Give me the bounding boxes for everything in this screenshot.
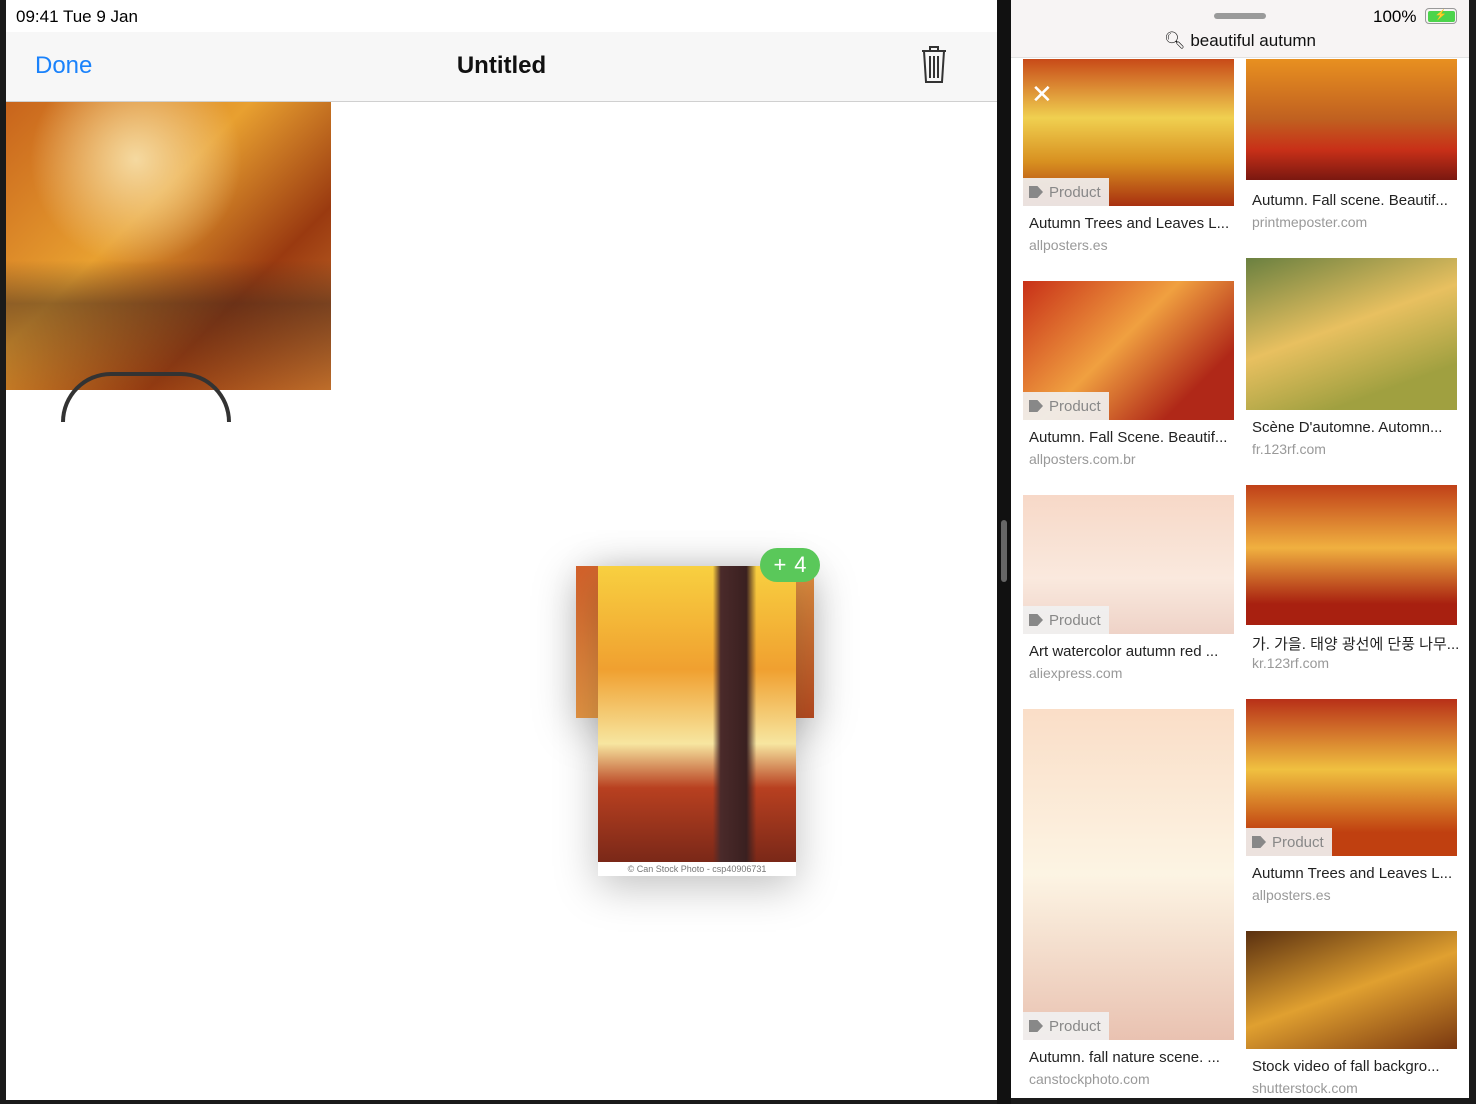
result-title[interactable]: Scène D'automne. Automn... [1252, 419, 1442, 436]
result-image[interactable] [1246, 258, 1457, 410]
tag-icon [1029, 186, 1043, 198]
result-title[interactable]: Stock video of fall backgro... [1252, 1058, 1440, 1075]
result-image[interactable] [1246, 485, 1457, 625]
search-icon: 🔍︎ [1163, 31, 1186, 50]
search-field[interactable]: 🔍︎ beautiful autumn [1011, 31, 1469, 51]
drag-count-badge: +4 [760, 548, 820, 582]
tag-icon [1029, 1020, 1043, 1032]
result-title[interactable]: Autumn. Fall Scene. Beautif... [1029, 429, 1227, 446]
drag-count: 4 [794, 552, 807, 577]
result-source: aliexpress.com [1029, 665, 1123, 681]
product-tag: Product [1023, 1012, 1109, 1040]
result-title[interactable]: Autumn Trees and Leaves L... [1029, 215, 1229, 232]
product-tag-label: Product [1049, 183, 1101, 201]
result-source: allposters.es [1029, 237, 1108, 253]
search-query: beautiful autumn [1190, 31, 1317, 50]
dragged-image-stack[interactable]: © Can Stock Photo - csp40906731 +4 [572, 548, 822, 878]
result-source: kr.123rf.com [1252, 655, 1330, 671]
result-title[interactable]: Autumn Trees and Leaves L... [1252, 865, 1452, 882]
grabber-handle[interactable] [1214, 13, 1266, 19]
result-image[interactable] [1246, 59, 1457, 180]
result-source: canstockphoto.com [1029, 1071, 1150, 1087]
result-title[interactable]: Autumn. Fall scene. Beautif... [1252, 192, 1448, 209]
dragged-image: © Can Stock Photo - csp40906731 [598, 566, 796, 876]
result-source: allposters.es [1252, 887, 1331, 903]
canvas-pane: 09:41 Tue 9 Jan Done Untitled © Can Stoc… [6, 0, 997, 1100]
search-results-pane: 100% ⚡ 🔍︎ beautiful autumn ✕ Product Autum… [1011, 0, 1469, 1098]
product-tag-label: Product [1049, 1017, 1101, 1035]
image-caption: © Can Stock Photo - csp40906731 [627, 864, 767, 874]
product-tag: Product [1246, 828, 1332, 856]
result-source: fr.123rf.com [1252, 441, 1326, 457]
trash-icon[interactable] [918, 44, 950, 84]
tag-icon [1029, 614, 1043, 626]
battery-icon: ⚡ [1425, 8, 1457, 24]
result-title[interactable]: Art watercolor autumn red ... [1029, 643, 1218, 660]
result-image[interactable] [1246, 931, 1457, 1049]
results-header: 100% ⚡ 🔍︎ beautiful autumn [1011, 0, 1469, 58]
product-tag: Product [1023, 178, 1109, 206]
result-source: allposters.com.br [1029, 451, 1136, 467]
product-tag-label: Product [1272, 833, 1324, 851]
split-view-handle[interactable] [1001, 520, 1007, 582]
product-tag-label: Product [1049, 397, 1101, 415]
product-tag-label: Product [1049, 611, 1101, 629]
product-tag: Product [1023, 392, 1109, 420]
result-image[interactable] [1023, 709, 1234, 1040]
plus-icon: + [773, 552, 787, 577]
tag-icon [1029, 400, 1043, 412]
placed-image-autumn-bridge[interactable] [6, 102, 331, 422]
page-title: Untitled [456, 52, 547, 79]
navigation-bar: Done Untitled [6, 32, 997, 102]
tag-icon [1252, 836, 1266, 848]
result-title[interactable]: 가. 가을. 태양 광선에 단풍 나무... [1252, 633, 1459, 654]
close-icon[interactable]: ✕ [1031, 79, 1053, 110]
status-time: 09:41 Tue 9 Jan [16, 7, 138, 26]
result-source: shutterstock.com [1252, 1080, 1358, 1096]
product-tag: Product [1023, 606, 1109, 634]
battery-percent: 100% [1373, 7, 1417, 26]
result-source: printmeposter.com [1252, 214, 1368, 230]
result-title[interactable]: Autumn. fall nature scene. ... [1029, 1049, 1220, 1066]
